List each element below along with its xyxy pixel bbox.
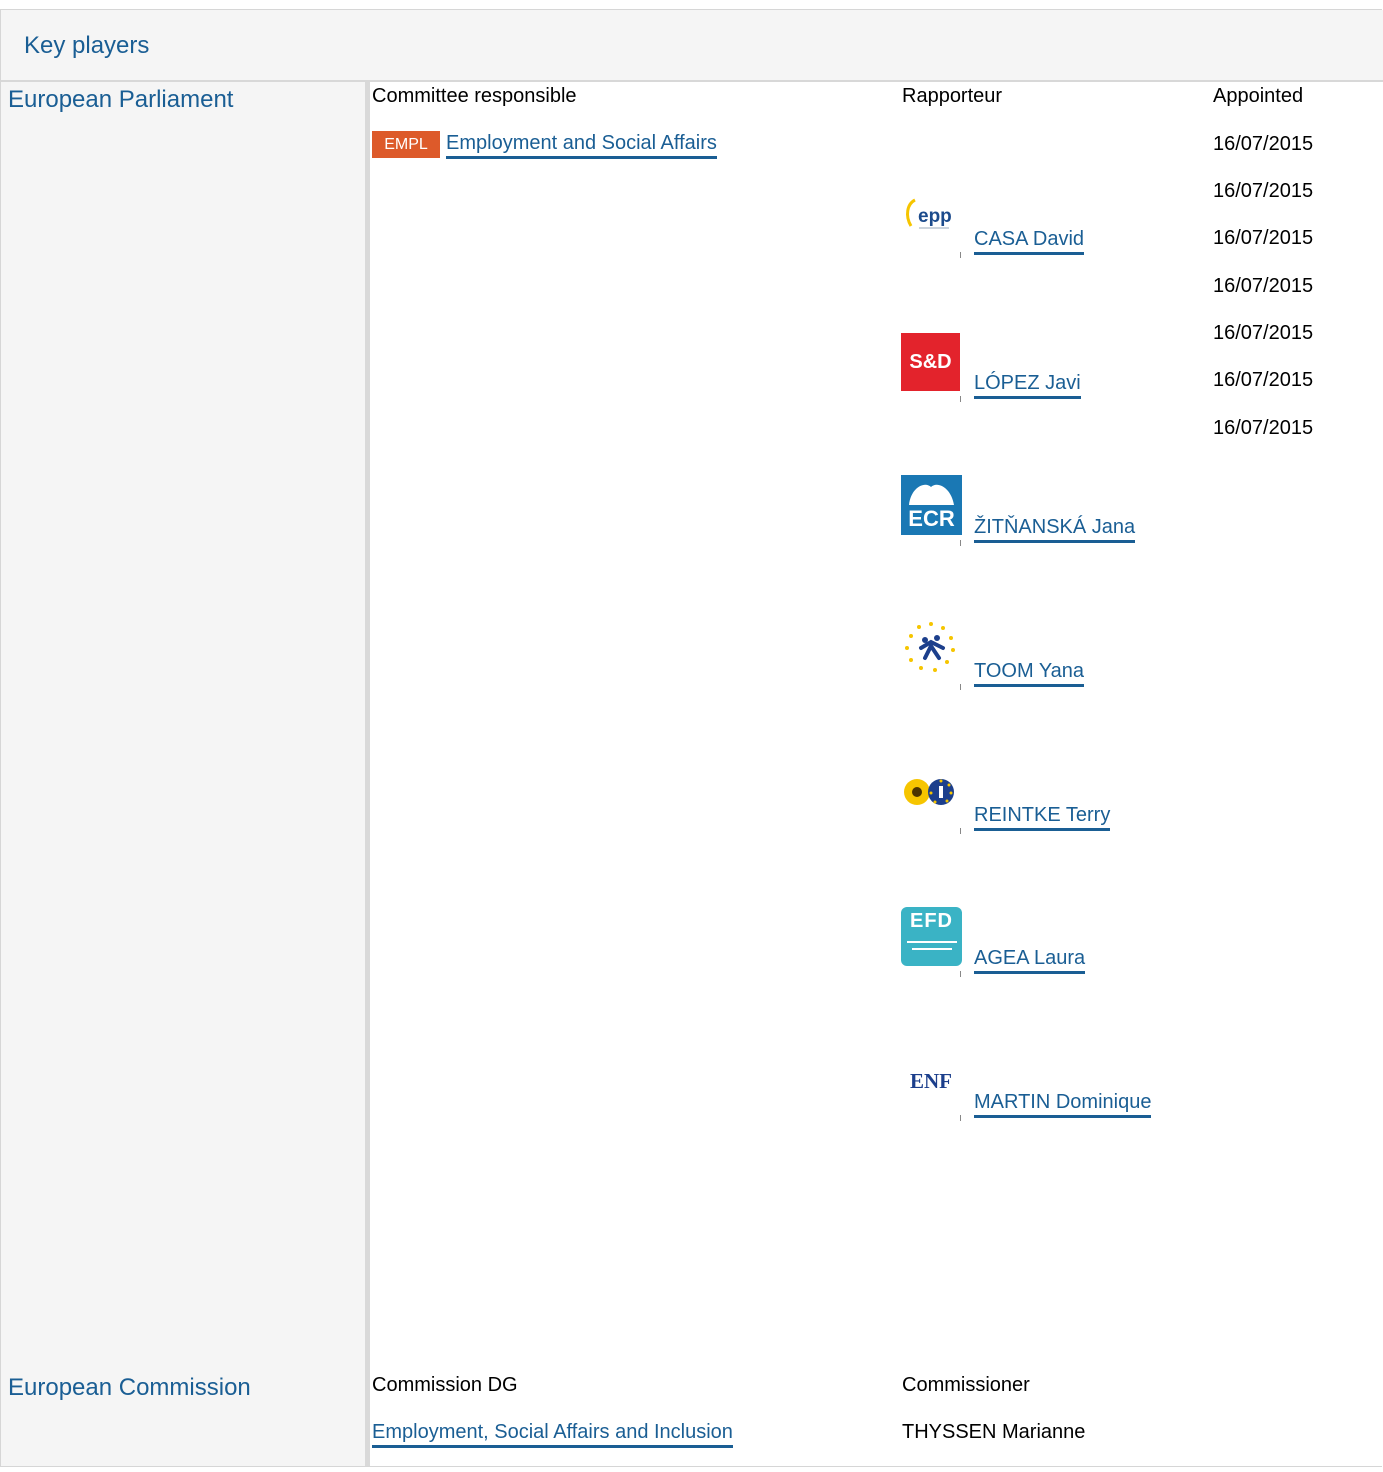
european-parliament-label: European Parliament: [8, 86, 234, 113]
committee-responsible-header: Committee responsible: [372, 85, 577, 107]
s-and-d-logo: S&D: [901, 333, 960, 391]
committee-link-employment[interactable]: Employment and Social Affairs: [446, 132, 717, 159]
rapporteur-link[interactable]: REINTKE Terry: [974, 804, 1111, 831]
column-divider: [365, 82, 370, 1466]
appointed-header: Appointed: [1213, 85, 1304, 107]
epp-logo-text: epp: [918, 206, 952, 227]
committee-badge-empl: EMPL: [372, 131, 440, 158]
rapporteur-link[interactable]: TOOM Yana: [974, 660, 1085, 687]
separator-tick: [960, 252, 961, 258]
separator-tick: [960, 540, 961, 546]
rapporteur-link[interactable]: CASA David: [974, 228, 1085, 255]
enf-logo: ENF: [901, 1051, 961, 1111]
alde-logo: [901, 618, 961, 678]
separator-tick: [960, 828, 961, 834]
panel-title: Key players: [24, 32, 150, 59]
s-and-d-logo-text: S&D: [909, 350, 952, 373]
separator-tick: [960, 971, 961, 977]
efdd-logo-text: EFD: [910, 910, 953, 932]
appointed-date: 16/07/2015: [1213, 133, 1314, 155]
european-commission-label: European Commission: [8, 1374, 251, 1401]
appointed-date: 16/07/2015: [1213, 417, 1314, 439]
appointed-date: 16/07/2015: [1213, 180, 1314, 202]
appointed-date: 16/07/2015: [1213, 322, 1314, 344]
appointed-date: 16/07/2015: [1213, 275, 1314, 297]
rapporteur-link[interactable]: AGEA Laura: [974, 947, 1086, 974]
appointed-date: 16/07/2015: [1213, 227, 1314, 249]
separator-tick: [960, 1115, 961, 1121]
separator-tick: [960, 396, 961, 402]
commission-dg-header: Commission DG: [372, 1374, 518, 1396]
key-players-header: Key players: [1, 10, 1383, 82]
rapporteur-link[interactable]: LÓPEZ Javi: [974, 372, 1081, 399]
ecr-logo-text: ECR: [908, 506, 955, 531]
commissioner-name: THYSSEN Marianne: [902, 1421, 1086, 1443]
rapporteur-link[interactable]: MARTIN Dominique: [974, 1091, 1152, 1118]
greens-efa-logo: [901, 763, 961, 823]
commissioner-header: Commissioner: [902, 1374, 1030, 1396]
appointed-date: 16/07/2015: [1213, 369, 1314, 391]
epp-logo: epp: [901, 188, 961, 248]
institution-column: [1, 82, 365, 1466]
commission-dg-link[interactable]: Employment, Social Affairs and Inclusion: [372, 1421, 733, 1448]
separator-tick: [960, 684, 961, 690]
rapporteur-link[interactable]: ŽITŇANSKÁ Jana: [974, 516, 1136, 543]
enf-logo-text: ENF: [910, 1068, 952, 1093]
efdd-logo: EFD: [901, 907, 962, 966]
ecr-logo: ECR: [901, 475, 962, 535]
rapporteur-header: Rapporteur: [902, 85, 1003, 107]
